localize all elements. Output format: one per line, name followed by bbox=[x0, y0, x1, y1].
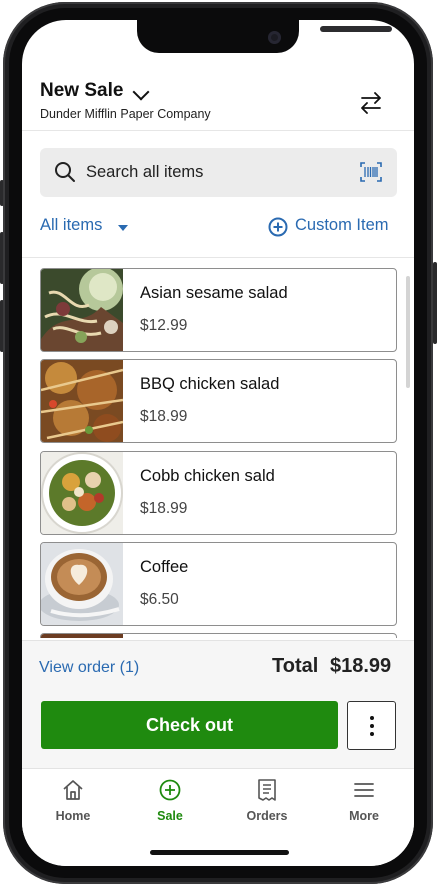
tab-label: Orders bbox=[246, 809, 288, 823]
vertical-dots-icon bbox=[370, 716, 374, 720]
view-order-link[interactable]: View order (1) bbox=[39, 659, 139, 677]
item-price: $6.50 bbox=[140, 591, 179, 608]
phone-device: New Sale Dunder Mifflin Paper Company Al… bbox=[0, 0, 437, 886]
category-filter[interactable]: All items bbox=[40, 216, 102, 235]
search-bar bbox=[40, 148, 397, 197]
tab-home[interactable]: Home bbox=[24, 769, 122, 829]
vertical-dots-icon bbox=[370, 732, 374, 736]
search-input[interactable] bbox=[86, 148, 346, 197]
item-name: Coffee bbox=[140, 558, 189, 576]
camera-icon bbox=[268, 31, 281, 44]
list-item[interactable]: Coffee $6.50 bbox=[40, 542, 397, 626]
custom-item-label: Custom Item bbox=[295, 216, 389, 234]
tab-more[interactable]: More bbox=[315, 769, 413, 829]
power-button bbox=[433, 262, 437, 344]
receipt-icon bbox=[258, 779, 276, 801]
total-value: $18.99 bbox=[330, 655, 392, 677]
list-item[interactable] bbox=[40, 633, 397, 638]
salad-image bbox=[41, 360, 123, 442]
scrollbar[interactable] bbox=[406, 276, 410, 388]
tab-label: More bbox=[349, 809, 379, 823]
item-list: Asian sesame salad $12.99 BBQ chicken sa… bbox=[22, 257, 414, 638]
list-item[interactable]: Asian sesame salad $12.99 bbox=[40, 268, 397, 352]
food-image bbox=[41, 634, 123, 638]
caret-down-icon[interactable] bbox=[118, 225, 128, 231]
item-price: $12.99 bbox=[140, 317, 188, 334]
salad-image bbox=[41, 269, 123, 351]
item-name: BBQ chicken salad bbox=[140, 375, 280, 393]
chevron-down-icon[interactable] bbox=[132, 83, 150, 101]
page-title[interactable]: New Sale bbox=[40, 80, 123, 102]
plus-circle-icon bbox=[268, 217, 288, 237]
order-summary: View order (1) Total $18.99 Check out bbox=[22, 640, 414, 769]
app-screen: New Sale Dunder Mifflin Paper Company Al… bbox=[22, 20, 414, 866]
barcode-scan-icon[interactable] bbox=[360, 162, 382, 182]
tab-label: Sale bbox=[157, 809, 183, 823]
swap-arrows-icon[interactable] bbox=[358, 92, 384, 114]
item-name: Asian sesame salad bbox=[140, 284, 288, 302]
home-icon bbox=[63, 780, 83, 800]
camera-notch bbox=[137, 20, 392, 53]
list-item[interactable]: Cobb chicken sald $18.99 bbox=[40, 451, 397, 535]
tab-label: Home bbox=[55, 809, 91, 823]
company-name: Dunder Mifflin Paper Company bbox=[40, 107, 211, 121]
plus-circle-icon bbox=[159, 779, 181, 801]
item-price: $18.99 bbox=[140, 500, 188, 517]
tab-orders[interactable]: Orders bbox=[218, 769, 316, 829]
total-label: Total bbox=[272, 655, 319, 677]
vertical-dots-icon bbox=[370, 724, 374, 728]
list-item[interactable]: BBQ chicken salad $18.99 bbox=[40, 359, 397, 443]
more-options-button[interactable] bbox=[347, 701, 396, 750]
tab-sale[interactable]: Sale bbox=[121, 769, 219, 829]
home-indicator[interactable] bbox=[150, 850, 289, 855]
checkout-button[interactable]: Check out bbox=[41, 701, 338, 749]
item-name: Cobb chicken sald bbox=[140, 467, 275, 485]
search-icon bbox=[55, 162, 75, 182]
coffee-image bbox=[41, 543, 123, 625]
speaker-grille bbox=[320, 26, 392, 32]
salad-image bbox=[41, 452, 123, 534]
item-price: $18.99 bbox=[140, 408, 188, 425]
menu-icon bbox=[354, 783, 374, 797]
